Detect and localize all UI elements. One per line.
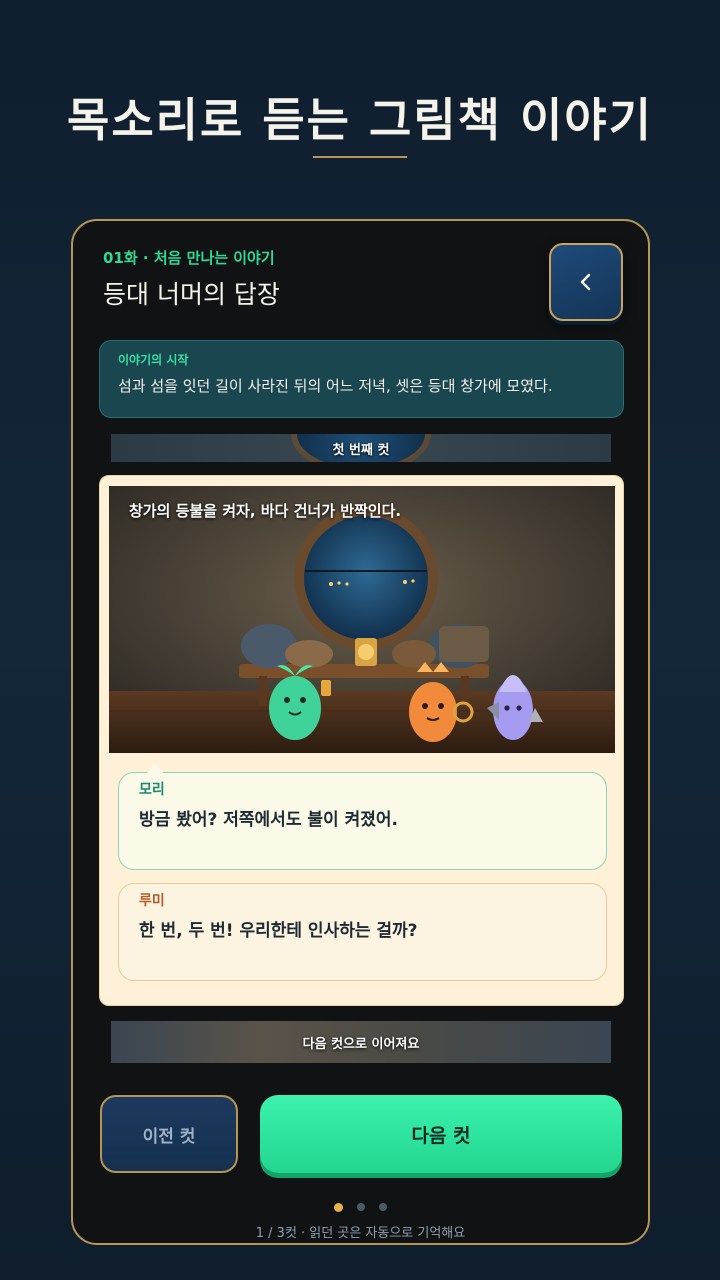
chevron-left-icon <box>580 273 591 291</box>
speaker-name: 모리 <box>139 782 165 798</box>
synopsis-label: 이야기의 시작 <box>118 353 189 367</box>
next-cut-label: 다음 컷으로 이어져요 <box>302 1036 420 1052</box>
comic-panel: 창가의 등불을 켜자, 바다 건너가 반짝인다. 모리 방금 봤어? 저쪽에서도… <box>99 475 624 1006</box>
back-button[interactable] <box>549 243 623 321</box>
dialogue-line: 방금 봤어? 저쪽에서도 불이 켜졌어. <box>139 810 398 830</box>
previous-cut-label: 첫 번째 컷 <box>332 442 390 458</box>
synopsis-box: 이야기의 시작 섬과 섬을 잇던 길이 사라진 뒤의 어느 저녁, 셋은 등대 … <box>99 340 624 418</box>
speech-bubble-rumi: 루미 한 번, 두 번! 우리한테 인사하는 걸까? <box>118 883 607 981</box>
scene-caption: 창가의 등불을 켜자, 바다 건너가 반짝인다. <box>129 502 402 520</box>
synopsis-text: 섬과 섬을 잇던 길이 사라진 뒤의 어느 저녁, 셋은 등대 창가에 모였다. <box>118 377 553 395</box>
page-dot <box>379 1203 387 1211</box>
bubble-tail <box>147 763 163 773</box>
previous-cut-button[interactable]: 이전 컷 <box>100 1095 238 1173</box>
page-dot <box>357 1203 365 1211</box>
page-indicator <box>73 1203 648 1212</box>
next-cut-strip[interactable]: 다음 컷으로 이어져요 <box>111 1021 611 1063</box>
scene-artwork <box>109 486 615 753</box>
page-dot-active <box>334 1203 343 1212</box>
next-cut-button[interactable]: 다음 컷 <box>260 1095 622 1173</box>
story-card: 01화 · 처음 만나는 이야기 등대 너머의 답장 이야기의 시작 섬과 섬을… <box>71 219 650 1245</box>
page-headline: 목소리로 듣는 그림책 이야기 <box>67 93 653 147</box>
episode-label: 01화 · 처음 만나는 이야기 <box>103 249 275 267</box>
speaker-name: 루미 <box>139 893 165 909</box>
headline-divider <box>313 156 407 158</box>
previous-cut-strip[interactable]: 첫 번째 컷 <box>111 434 611 462</box>
episode-title: 등대 너머의 답장 <box>103 280 280 309</box>
scene-illustration: 창가의 등불을 켜자, 바다 건너가 반짝인다. <box>109 486 615 753</box>
speech-bubble-mori: 모리 방금 봤어? 저쪽에서도 불이 켜졌어. <box>118 763 607 870</box>
dialogue-line: 한 번, 두 번! 우리한테 인사하는 걸까? <box>139 921 418 941</box>
progress-text: 1 / 3컷 · 읽던 곳은 자동으로 기억해요 <box>255 1226 466 1241</box>
